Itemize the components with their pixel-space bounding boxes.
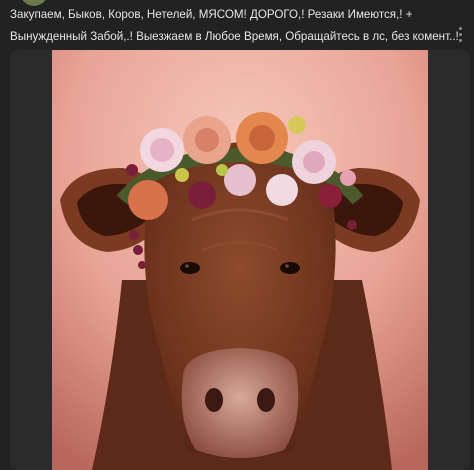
post-menu-button[interactable] [452, 24, 468, 44]
flower-dahlia [188, 181, 216, 209]
more-vertical-icon [458, 26, 462, 30]
post-text: Закупаем, Быков, Коров, Нетелей, МЯСОМ! … [10, 8, 459, 43]
cow-right-eye [280, 262, 300, 274]
flower-dahlia [224, 164, 256, 196]
cow-left-eye [180, 262, 200, 274]
cow-left-nostril [205, 388, 223, 412]
flower-rose [128, 180, 168, 220]
flower-dahlia [266, 174, 298, 206]
cow-photo[interactable] [52, 50, 428, 470]
cow-muzzle [181, 348, 299, 458]
cow-right-nostril [257, 388, 275, 412]
post-image-container[interactable] [10, 50, 470, 470]
